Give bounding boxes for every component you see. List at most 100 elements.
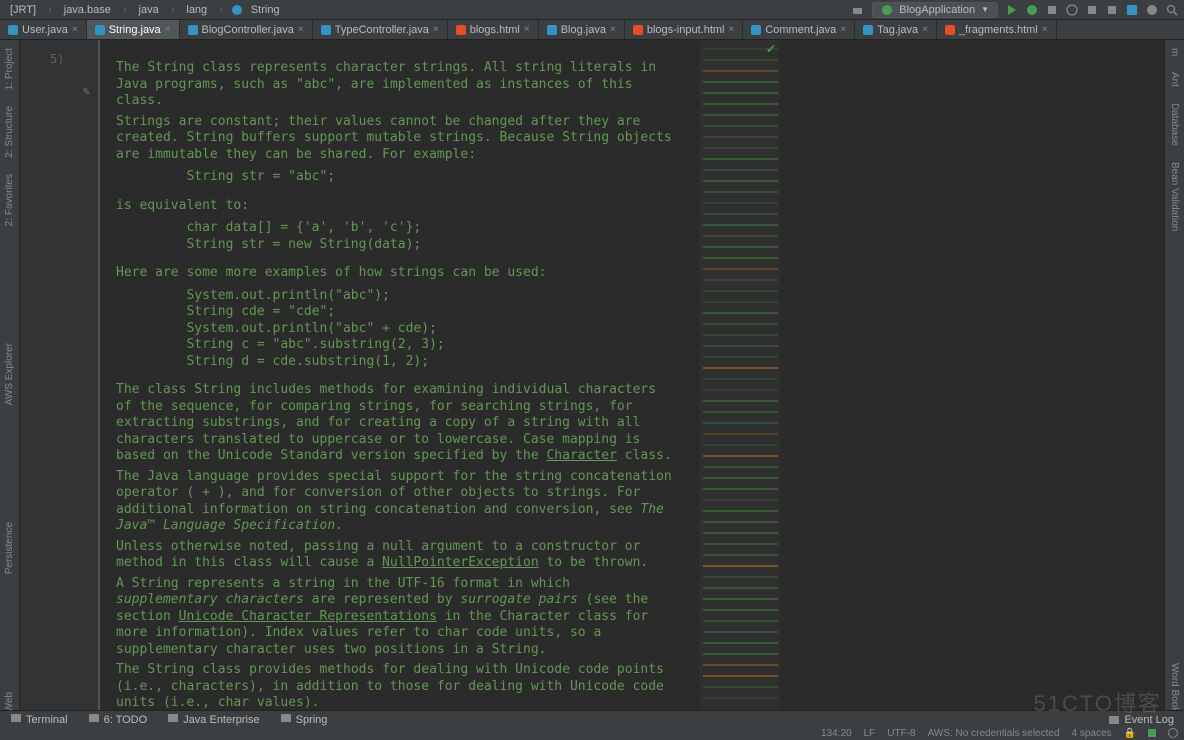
left-tool-aws-explorer[interactable]: AWS Explorer bbox=[4, 335, 15, 413]
close-icon[interactable]: × bbox=[165, 24, 171, 35]
status-line-ending[interactable]: LF bbox=[864, 728, 876, 739]
tool-label: Java Enterprise bbox=[183, 714, 259, 726]
html-file-icon bbox=[456, 25, 466, 35]
bottom-tool-java-enterprise[interactable]: Java Enterprise bbox=[157, 712, 269, 727]
unicode-repr-link[interactable]: Unicode Character Representations bbox=[179, 609, 437, 624]
gutter: 5) ✎ bbox=[20, 40, 100, 720]
java-file-icon bbox=[95, 25, 105, 35]
npe-link[interactable]: NullPointerException bbox=[382, 555, 539, 570]
tab-label: blogs-input.html bbox=[647, 24, 725, 36]
close-icon[interactable]: × bbox=[72, 24, 78, 35]
tab-blog-java[interactable]: Blog.java × bbox=[539, 20, 625, 39]
status-encoding[interactable]: UTF-8 bbox=[887, 728, 915, 739]
close-icon[interactable]: × bbox=[1042, 24, 1048, 35]
left-tool-strip: 1: Project2: Structure2: Favorites AWS Ex… bbox=[0, 40, 20, 720]
tool-icon bbox=[88, 712, 100, 727]
close-icon[interactable]: × bbox=[433, 24, 439, 35]
tool-label: 6: TODO bbox=[104, 714, 148, 726]
tab-tag-java[interactable]: Tag.java× bbox=[855, 20, 937, 39]
line-number: 5) bbox=[50, 52, 64, 66]
close-icon[interactable]: × bbox=[524, 24, 530, 35]
update-icon[interactable] bbox=[1146, 4, 1158, 16]
crumb[interactable]: lang bbox=[182, 4, 211, 16]
search-icon[interactable] bbox=[1166, 4, 1178, 16]
gc-icon[interactable] bbox=[1168, 728, 1178, 738]
close-icon[interactable]: × bbox=[298, 24, 304, 35]
coverage-icon[interactable] bbox=[1046, 4, 1058, 16]
tool-label: Spring bbox=[296, 714, 328, 726]
tab-_fragments-html[interactable]: _fragments.html × bbox=[937, 20, 1057, 39]
right-tool-strip: mAntDatabaseBean ValidationWord Book bbox=[1164, 40, 1184, 720]
chevron-down-icon: ▼ bbox=[981, 5, 989, 14]
spring-icon bbox=[881, 4, 893, 16]
right-tool-m[interactable]: m bbox=[1169, 40, 1180, 64]
tab-label: blogs.html bbox=[470, 24, 520, 36]
tab-label: User.java bbox=[22, 24, 68, 36]
left-tool-2-favorites[interactable]: 2: Favorites bbox=[4, 166, 15, 234]
breadcrumb: [JRT]› java.base› java› lang› String bbox=[6, 4, 284, 16]
tab-label: Blog.java bbox=[561, 24, 606, 36]
character-link[interactable]: Character bbox=[546, 448, 616, 463]
tool-label: Terminal bbox=[26, 714, 68, 726]
crumb-current: String bbox=[247, 4, 284, 16]
bottom-tool-6-todo[interactable]: 6: TODO bbox=[78, 712, 158, 727]
tab-blogcontroller-java[interactable]: BlogController.java × bbox=[180, 20, 313, 39]
tab-blogs-html[interactable]: blogs.html × bbox=[448, 20, 539, 39]
profiler-icon[interactable] bbox=[1066, 4, 1078, 16]
tab-label: _fragments.html bbox=[959, 24, 1038, 36]
tool-icon bbox=[280, 712, 292, 727]
stop-icon[interactable] bbox=[1086, 4, 1098, 16]
tab-label: String.java bbox=[109, 24, 161, 36]
editor: 5) ✎ The String class represents charact… bbox=[20, 40, 1164, 720]
tab-comment-java[interactable]: Comment.java × bbox=[743, 20, 855, 39]
close-icon[interactable]: × bbox=[728, 24, 734, 35]
tool-icon bbox=[167, 712, 179, 727]
crumb[interactable]: [JRT] bbox=[6, 4, 40, 16]
close-icon[interactable]: × bbox=[610, 24, 616, 35]
left-tool-2-structure[interactable]: 2: Structure bbox=[4, 98, 15, 166]
left-tool-persistence[interactable]: Persistence bbox=[4, 514, 15, 582]
right-tool-database[interactable]: Database bbox=[1169, 95, 1180, 154]
html-file-icon bbox=[945, 25, 955, 35]
java-file-icon bbox=[8, 25, 18, 35]
right-tool-ant[interactable]: Ant bbox=[1169, 64, 1180, 95]
close-icon[interactable]: × bbox=[840, 24, 846, 35]
status-indent[interactable]: 4 spaces bbox=[1072, 728, 1112, 739]
status-aws[interactable]: AWS: No credentials selected bbox=[928, 728, 1060, 739]
run-icon[interactable] bbox=[1006, 4, 1018, 16]
build-icon[interactable] bbox=[852, 4, 864, 16]
tab-typecontroller-java[interactable]: TypeController.java × bbox=[313, 20, 448, 39]
minimap[interactable]: ✔ bbox=[700, 40, 780, 720]
avatar-icon[interactable] bbox=[1126, 4, 1138, 16]
java-file-icon bbox=[547, 25, 557, 35]
edit-icon[interactable]: ✎ bbox=[83, 84, 90, 98]
run-config-selector[interactable]: BlogApplication ▼ bbox=[872, 2, 998, 18]
close-icon[interactable]: × bbox=[922, 24, 928, 35]
java-file-icon bbox=[751, 25, 761, 35]
memory-indicator[interactable] bbox=[1148, 729, 1156, 737]
bottom-tool-spring[interactable]: Spring bbox=[270, 712, 338, 727]
bottom-tool-terminal[interactable]: Terminal bbox=[0, 712, 78, 727]
tab-user-java[interactable]: User.java × bbox=[0, 20, 87, 39]
right-tool-bean-validation[interactable]: Bean Validation bbox=[1169, 154, 1180, 239]
left-tool-1-project[interactable]: 1: Project bbox=[4, 40, 15, 98]
crumb[interactable]: java.base bbox=[60, 4, 115, 16]
run-config-label: BlogApplication bbox=[899, 4, 975, 16]
editor-tabs: User.java×String.java×BlogController.jav… bbox=[0, 20, 1184, 40]
tab-string-java[interactable]: String.java × bbox=[87, 20, 180, 39]
javadoc-content: The String class represents character st… bbox=[100, 40, 700, 720]
tool-icon bbox=[10, 712, 22, 727]
tab-blogs-input-html[interactable]: blogs-input.html× bbox=[625, 20, 744, 39]
tab-label: TypeController.java bbox=[335, 24, 429, 36]
java-file-icon bbox=[321, 25, 331, 35]
git-icon[interactable] bbox=[1106, 4, 1118, 16]
lock-icon[interactable]: 🔒 bbox=[1124, 728, 1136, 739]
tab-label: Comment.java bbox=[765, 24, 836, 36]
crumb[interactable]: java bbox=[135, 4, 163, 16]
tab-label: BlogController.java bbox=[202, 24, 294, 36]
java-file-icon bbox=[188, 25, 198, 35]
class-icon bbox=[231, 4, 243, 16]
debug-icon[interactable] bbox=[1026, 4, 1038, 16]
java-file-icon bbox=[863, 25, 873, 35]
html-file-icon bbox=[633, 25, 643, 35]
